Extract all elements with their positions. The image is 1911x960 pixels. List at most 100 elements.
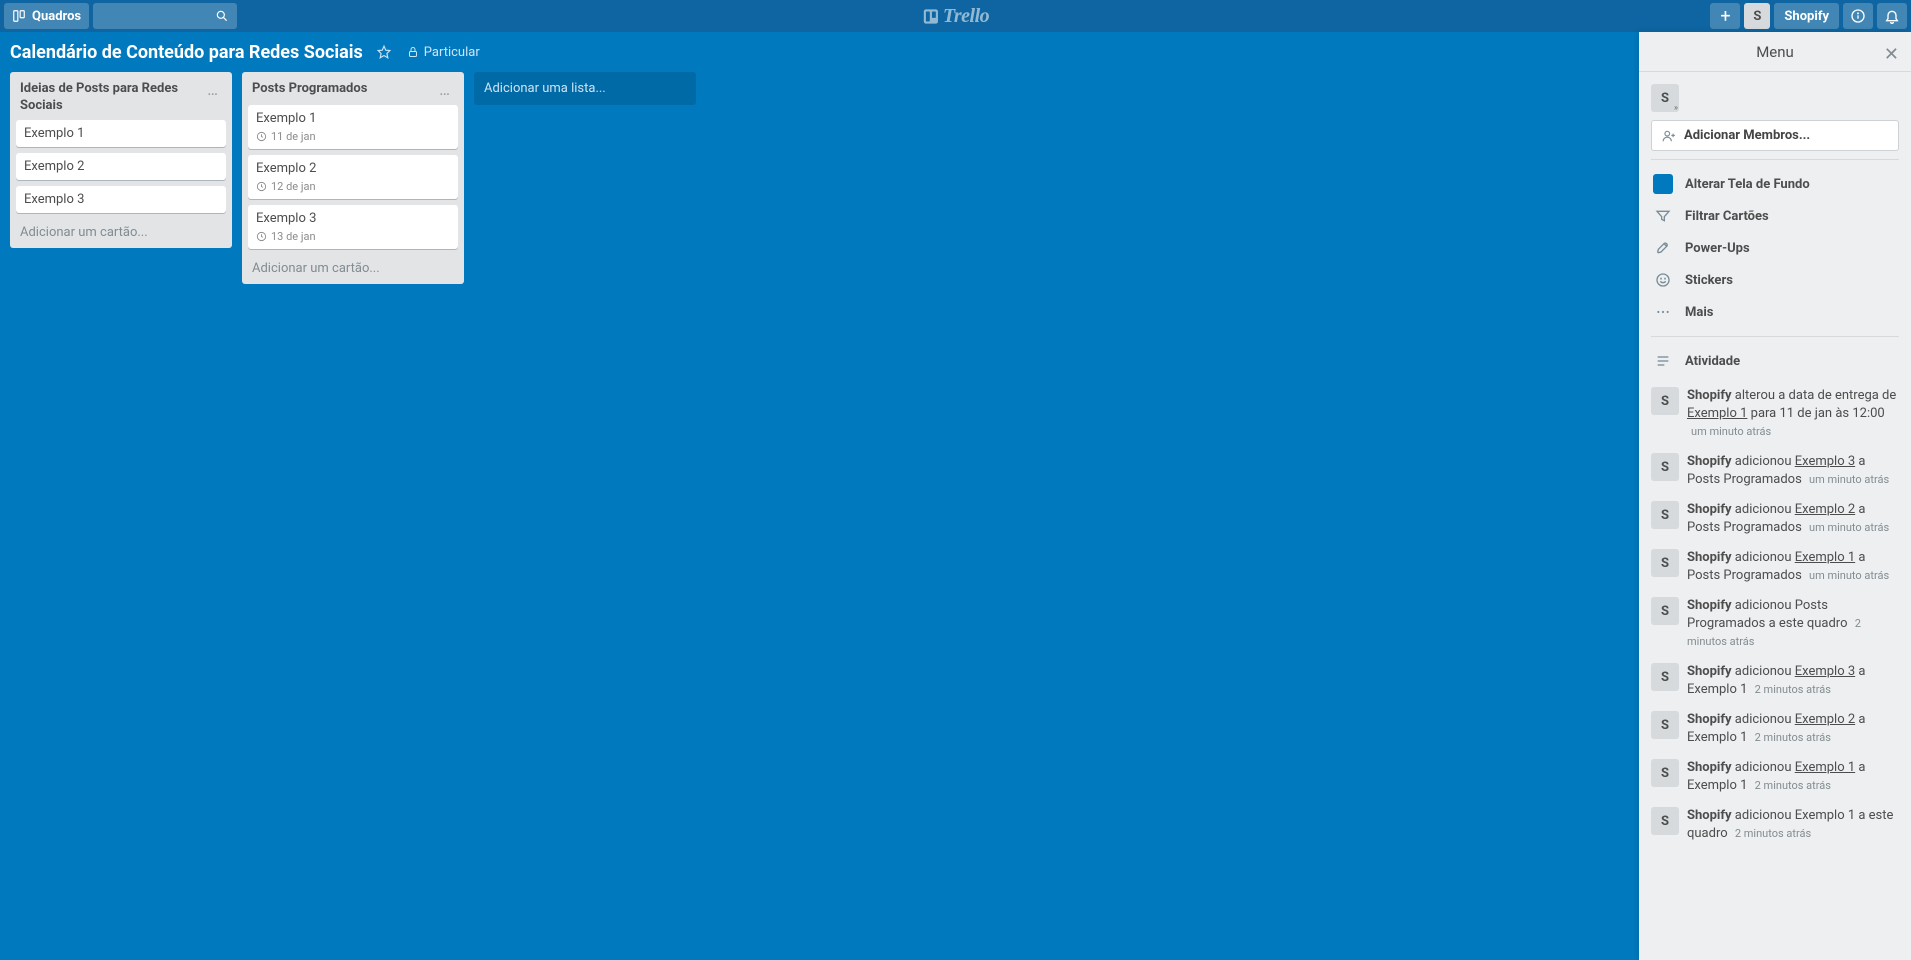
- create-button[interactable]: +: [1710, 3, 1740, 29]
- activity-item: S Shopify adicionou Exemplo 1 a Posts Pro…: [1651, 543, 1899, 591]
- list-title[interactable]: Ideias de Posts para Redes Sociais: [20, 80, 203, 114]
- add-member-icon: [1662, 129, 1676, 143]
- activity-item: S Shopify adicionou Posts Programados a e…: [1651, 591, 1899, 657]
- search-icon: [215, 9, 229, 23]
- activity-text: Shopify adicionou Exemplo 3 a Posts Prog…: [1687, 453, 1899, 489]
- activity-item: S Shopify adicionou Exemplo 3 a Exemplo 1…: [1651, 657, 1899, 705]
- card[interactable]: Exemplo 2 12 de jan: [248, 155, 458, 199]
- activity-avatar[interactable]: S: [1651, 663, 1679, 691]
- menu-change-background[interactable]: Alterar Tela de Fundo: [1651, 168, 1899, 200]
- card[interactable]: Exemplo 1: [16, 120, 226, 147]
- activity-text: Shopify adicionou Exemplo 3 a Exemplo 1 …: [1687, 663, 1899, 699]
- activity-avatar[interactable]: S: [1651, 549, 1679, 577]
- list: Posts Programados…Exemplo 111 de janExem…: [242, 72, 464, 284]
- activity-time: 2 minutos atrás: [1755, 683, 1831, 696]
- trello-logo[interactable]: Trello: [922, 5, 989, 28]
- sticker-icon: [1653, 270, 1673, 290]
- plus-icon: +: [1720, 6, 1730, 27]
- activity-avatar[interactable]: S: [1651, 711, 1679, 739]
- privacy-button[interactable]: Particular: [407, 45, 480, 60]
- activity-avatar[interactable]: S: [1651, 453, 1679, 481]
- menu-item-label: Mais: [1685, 305, 1713, 320]
- card[interactable]: Exemplo 3: [16, 186, 226, 213]
- card-title: Exemplo 1: [24, 126, 218, 141]
- menu-more[interactable]: Mais: [1651, 296, 1899, 328]
- close-icon: ✕: [1884, 44, 1899, 65]
- activity-item: SShopify adicionou Exemplo 1 a este quad…: [1651, 801, 1899, 849]
- menu-title: Menu: [1756, 43, 1794, 61]
- background-swatch-icon: [1653, 174, 1673, 194]
- activity-label: Atividade: [1685, 354, 1740, 369]
- header-left: Quadros: [4, 3, 237, 29]
- activity-time: 2 minutos atrás: [1755, 731, 1831, 744]
- activity-avatar[interactable]: S: [1651, 387, 1679, 415]
- activity-header: Atividade: [1651, 345, 1899, 381]
- add-members-label: Adicionar Membros...: [1684, 128, 1810, 143]
- add-card-button[interactable]: Adicionar um cartão...: [248, 255, 458, 276]
- menu-filter-cards[interactable]: Filtrar Cartões: [1651, 200, 1899, 232]
- card-title: Exemplo 2: [24, 159, 218, 174]
- board-members: S »: [1651, 82, 1899, 120]
- menu-item-label: Power-Ups: [1685, 241, 1750, 256]
- activity-item: SShopify adicionou Exemplo 1 a Exemplo 1…: [1651, 753, 1899, 801]
- filter-icon: [1653, 206, 1673, 226]
- member-name-button[interactable]: Shopify: [1774, 3, 1839, 29]
- menu-item-label: Filtrar Cartões: [1685, 209, 1769, 224]
- add-members-button[interactable]: Adicionar Membros...: [1651, 120, 1899, 151]
- activity-text: Shopify adicionou Exemplo 1 a Posts Prog…: [1687, 549, 1899, 585]
- card[interactable]: Exemplo 1 11 de jan: [248, 105, 458, 149]
- info-icon: [1850, 8, 1866, 24]
- boards-icon: [12, 9, 26, 23]
- search-input[interactable]: [93, 3, 237, 29]
- notifications-button[interactable]: [1877, 3, 1907, 29]
- activity-item: S Shopify adicionou Exemplo 2 a Exemplo 1…: [1651, 705, 1899, 753]
- card-title: Exemplo 2: [256, 161, 450, 176]
- list-menu-button[interactable]: …: [203, 80, 222, 99]
- list: Ideias de Posts para Redes Sociais… Exemp…: [10, 72, 232, 248]
- list-menu-button[interactable]: …: [435, 80, 454, 99]
- menu-item-label: Alterar Tela de Fundo: [1685, 177, 1810, 192]
- list-title[interactable]: Posts Programados: [252, 80, 435, 97]
- menu-power-ups[interactable]: Power-Ups: [1651, 232, 1899, 264]
- avatar-initial: S: [1753, 9, 1761, 24]
- star-button[interactable]: [377, 45, 391, 59]
- activity-avatar[interactable]: S: [1651, 759, 1679, 787]
- boards-button[interactable]: Quadros: [4, 3, 89, 29]
- due-date-text: 13 de jan: [271, 230, 316, 243]
- board-header: Calendário de Conteúdo para Redes Sociai…: [0, 32, 1911, 72]
- menu-stickers[interactable]: Stickers: [1651, 264, 1899, 296]
- activity-text: Shopify adicionou Exemplo 2 a Exemplo 1 …: [1687, 711, 1899, 747]
- member-avatar[interactable]: S »: [1651, 84, 1679, 112]
- activity-item: SShopify alterou a data de entrega de Ex…: [1651, 381, 1899, 447]
- app-header: Quadros Trello + S Shopify: [0, 0, 1911, 32]
- board-canvas: Ideias de Posts para Redes Sociais…Exemp…: [0, 72, 1639, 960]
- activity-item: S Shopify adicionou Exemplo 3 a Posts Pro…: [1651, 447, 1899, 495]
- header-avatar[interactable]: S: [1744, 3, 1770, 29]
- activity-time: 2 minutos atrás: [1735, 827, 1811, 840]
- activity-icon: [1653, 351, 1673, 371]
- due-date-text: 12 de jan: [271, 180, 316, 193]
- board-title[interactable]: Calendário de Conteúdo para Redes Sociai…: [10, 42, 363, 63]
- lock-icon: [407, 46, 419, 58]
- boards-label: Quadros: [32, 9, 81, 24]
- activity-text: Shopify adicionou Posts Programados a es…: [1687, 597, 1899, 651]
- activity-avatar[interactable]: S: [1651, 501, 1679, 529]
- header-right: + S Shopify: [1710, 3, 1907, 29]
- card[interactable]: Exemplo 3 13 de jan: [248, 205, 458, 249]
- add-card-button[interactable]: Adicionar um cartão...: [16, 219, 226, 240]
- activity-avatar[interactable]: S: [1651, 807, 1679, 835]
- activity-avatar[interactable]: S: [1651, 597, 1679, 625]
- activity-time: um minuto atrás: [1691, 425, 1771, 438]
- info-button[interactable]: [1843, 3, 1873, 29]
- close-menu-button[interactable]: ✕: [1880, 40, 1903, 69]
- board-menu: Menu ✕ S » Adicionar Membros... Alterar …: [1639, 32, 1911, 960]
- due-date-text: 11 de jan: [271, 130, 316, 143]
- add-list-button[interactable]: Adicionar uma lista...: [474, 72, 696, 105]
- activity-time: um minuto atrás: [1809, 521, 1889, 534]
- card-title: Exemplo 3: [256, 211, 450, 226]
- clock-icon: [256, 231, 267, 242]
- activity-time: 2 minutos atrás: [1687, 617, 1861, 648]
- card[interactable]: Exemplo 2: [16, 153, 226, 180]
- card-title: Exemplo 1: [256, 111, 450, 126]
- clock-icon: [256, 131, 267, 142]
